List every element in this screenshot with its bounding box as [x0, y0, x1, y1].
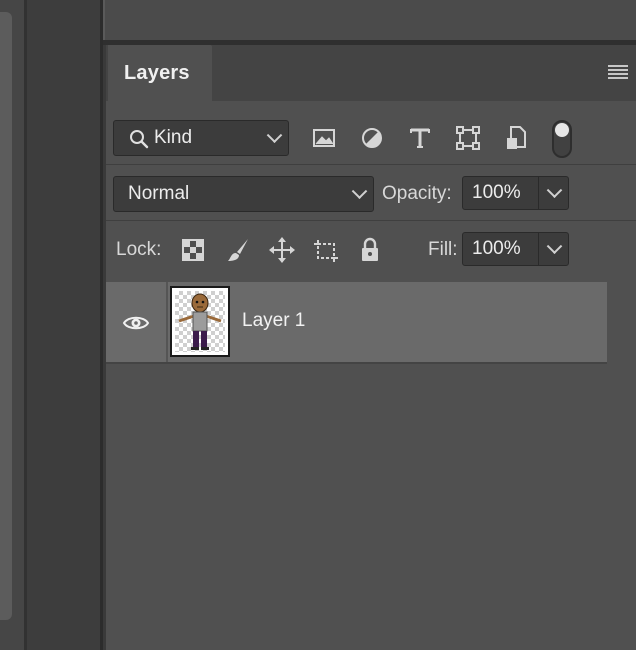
- kind-filter-dropdown[interactable]: Kind: [113, 120, 289, 156]
- chevron-down-icon: [351, 183, 368, 200]
- kind-filter-label: Kind: [154, 127, 193, 148]
- layer-name[interactable]: Layer 1: [242, 310, 305, 332]
- type-filter-icon[interactable]: [404, 122, 436, 154]
- tab-layers[interactable]: Layers: [108, 45, 212, 102]
- layers-panel: Layers Kind Normal Opacity: 100% Lock: F…: [103, 45, 636, 650]
- chevron-down-icon: [546, 182, 563, 199]
- lock-artboard-icon[interactable]: [310, 234, 342, 266]
- fill-control: 100%: [462, 232, 569, 266]
- lock-label: Lock:: [116, 239, 162, 260]
- blend-mode-value: Normal: [128, 183, 190, 204]
- collapsed-top-panel: [103, 0, 636, 40]
- row-divider: [106, 164, 636, 165]
- chevron-down-icon: [266, 127, 283, 144]
- opacity-input[interactable]: 100%: [463, 177, 539, 209]
- layer-visibility-toggle[interactable]: [106, 282, 168, 362]
- lock-position-icon[interactable]: [266, 234, 298, 266]
- opacity-slider-button[interactable]: [540, 177, 568, 209]
- smart-object-filter-icon[interactable]: [500, 122, 532, 154]
- image-filter-icon[interactable]: [308, 122, 340, 154]
- opacity-label: Opacity:: [382, 183, 452, 204]
- panel-menu-icon[interactable]: [608, 65, 628, 81]
- fill-slider-button[interactable]: [540, 233, 568, 265]
- photoshop-workspace: Layers Kind Normal Opacity: 100% Lock: F…: [0, 0, 636, 650]
- filter-toggle-knob: [555, 123, 569, 137]
- eye-icon: [122, 316, 150, 330]
- fill-input[interactable]: 100%: [463, 233, 539, 265]
- blend-mode-dropdown[interactable]: Normal: [113, 176, 374, 212]
- filter-toggle[interactable]: [552, 120, 572, 158]
- fill-label: Fill:: [428, 239, 458, 260]
- lock-all-icon[interactable]: [354, 234, 386, 266]
- adjustment-filter-icon[interactable]: [356, 122, 388, 154]
- search-icon: [130, 130, 149, 149]
- left-scrollbar-track[interactable]: [0, 0, 24, 650]
- tab-layers-label: Layers: [124, 62, 190, 84]
- lock-image-pixels-icon[interactable]: [222, 234, 254, 266]
- left-scrollbar-thumb[interactable]: [0, 12, 12, 620]
- tool-column: [27, 0, 100, 650]
- layer-thumbnail-image: [175, 291, 225, 352]
- row-divider: [106, 220, 636, 221]
- character-figure-icon: [178, 293, 222, 350]
- panel-tab-bar: Layers: [106, 45, 636, 102]
- opacity-control: 100%: [462, 176, 569, 210]
- layer-thumbnail[interactable]: [170, 286, 230, 357]
- shape-filter-icon[interactable]: [452, 122, 484, 154]
- chevron-down-icon: [546, 238, 563, 255]
- layer-row[interactable]: Layer 1: [106, 282, 607, 364]
- lock-transparent-pixels-icon[interactable]: [177, 234, 209, 266]
